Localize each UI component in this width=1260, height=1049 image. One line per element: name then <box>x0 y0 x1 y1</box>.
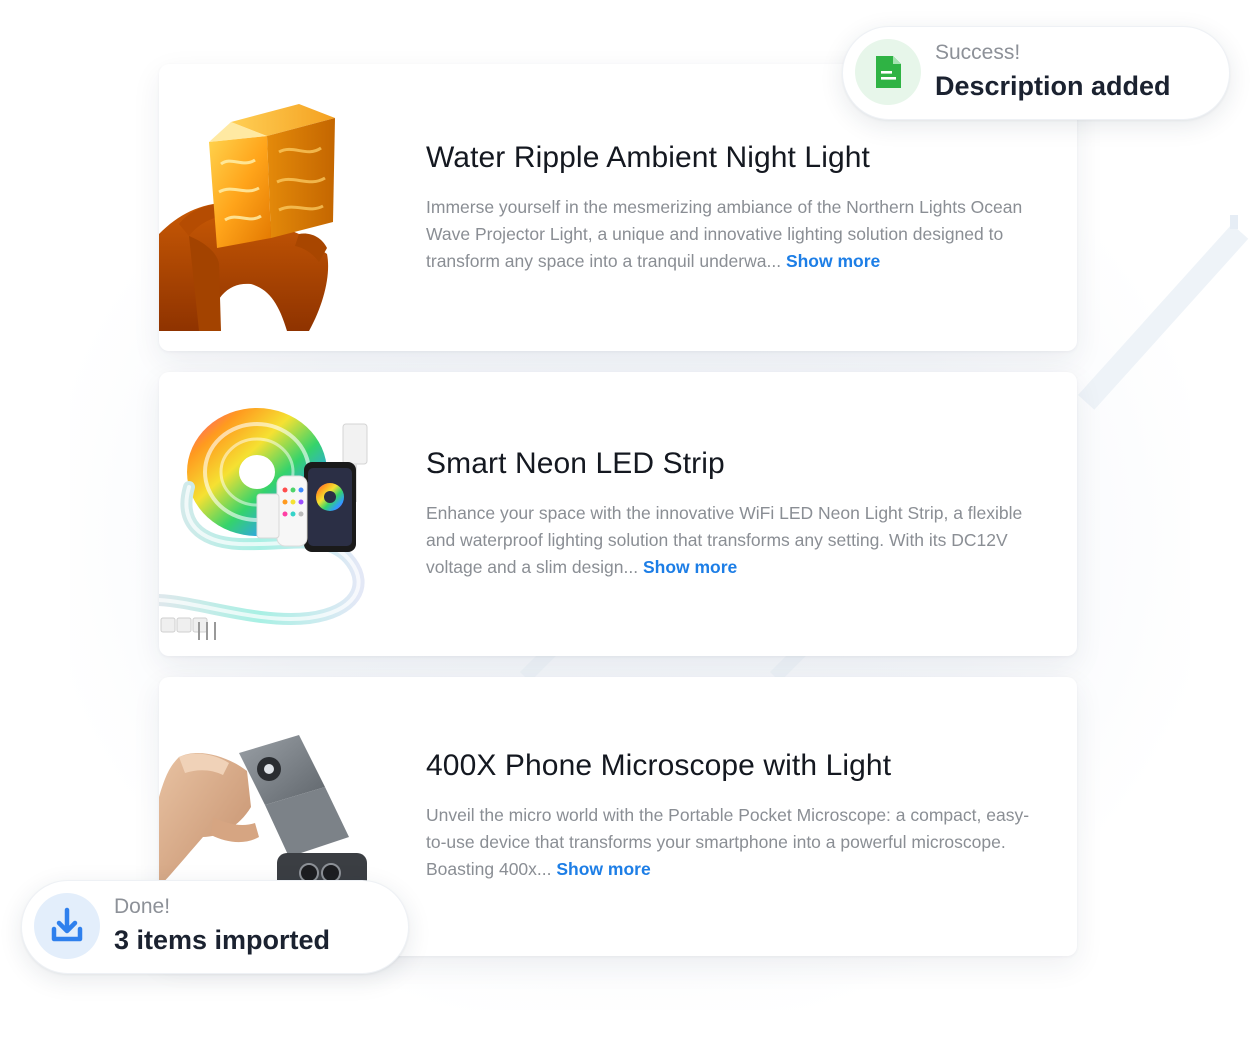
description-text: Unveil the micro world with the Portable… <box>426 805 1030 879</box>
product-details: 400X Phone Microscope with Light Unveil … <box>426 748 1037 883</box>
product-description: Enhance your space with the innovative W… <box>426 500 1037 581</box>
document-icon <box>876 56 901 88</box>
description-text: Immerse yourself in the mesmerizing ambi… <box>426 197 1023 271</box>
toast-label: Done! <box>114 895 171 918</box>
product-title: Smart Neon LED Strip <box>426 447 725 480</box>
toast-message: Description added <box>935 71 1171 101</box>
show-more-link[interactable]: Show more <box>556 859 650 879</box>
rgb-led-strip-image <box>159 408 368 640</box>
product-image <box>159 64 374 351</box>
show-more-link[interactable]: Show more <box>643 557 737 577</box>
product-details: Water Ripple Ambient Night Light Immerse… <box>426 140 1037 275</box>
download-icon <box>51 907 83 942</box>
product-description: Immerse yourself in the mesmerizing ambi… <box>426 194 1037 275</box>
product-details: Smart Neon LED Strip Enhance your space … <box>426 446 1037 581</box>
toast-label: Success! <box>935 41 1021 64</box>
product-description: Unveil the micro world with the Portable… <box>426 802 1037 883</box>
import-done-toast: Done! 3 items imported <box>21 880 409 974</box>
toast-icon-badge <box>34 893 100 959</box>
product-card[interactable]: Smart Neon LED Strip Enhance your space … <box>159 372 1077 656</box>
product-title: 400X Phone Microscope with Light <box>426 749 892 782</box>
product-image <box>159 372 374 656</box>
product-title: Water Ripple Ambient Night Light <box>426 141 870 174</box>
success-toast: Success! Description added <box>842 26 1230 120</box>
background-decoration <box>1230 215 1238 229</box>
glowing-cube-lamp-image <box>159 104 335 331</box>
show-more-link[interactable]: Show more <box>786 251 880 271</box>
toast-message: 3 items imported <box>114 925 331 955</box>
toast-icon-badge <box>855 39 921 105</box>
